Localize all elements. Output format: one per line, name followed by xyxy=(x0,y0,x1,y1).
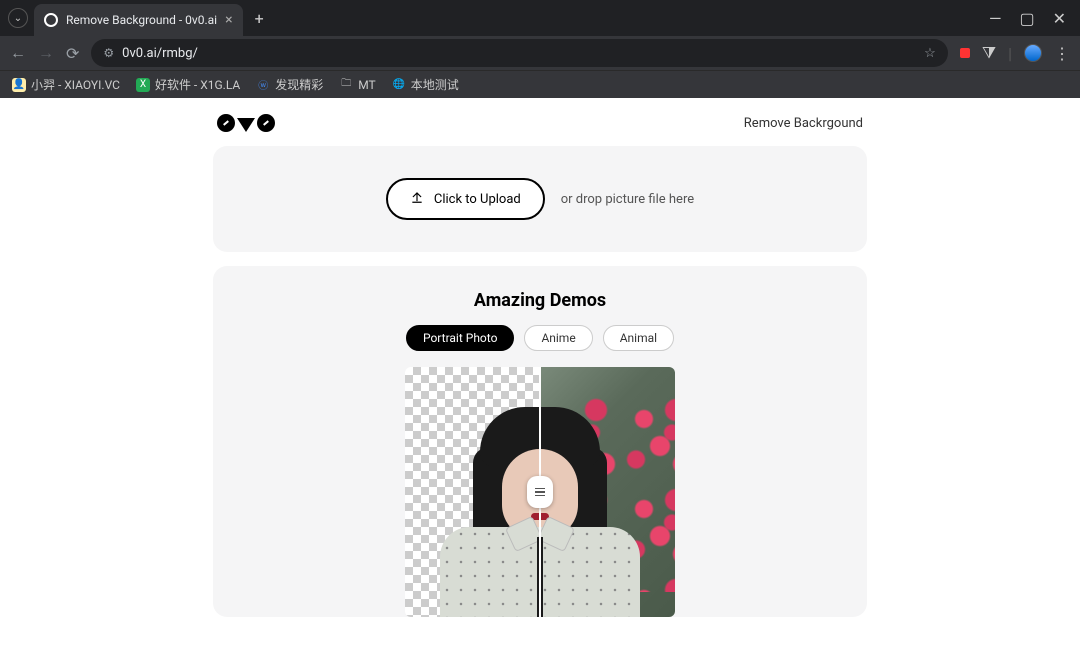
window-minimize-icon[interactable]: — xyxy=(989,9,1002,28)
before-after-slider[interactable] xyxy=(405,367,675,617)
logo-dot-icon xyxy=(257,114,275,132)
back-button[interactable]: ← xyxy=(10,43,26,63)
bookmark-item[interactable]: 🌐本地测试 xyxy=(392,76,459,93)
url-text: 0v0.ai/rmbg/ xyxy=(122,46,198,61)
tab-anime[interactable]: Anime xyxy=(524,325,592,351)
demos-heading: Amazing Demos xyxy=(237,290,843,311)
tab-title: Remove Background - 0v0.ai xyxy=(66,13,217,27)
nav-remove-background[interactable]: Remove Backrgound xyxy=(744,116,863,131)
browser-tab[interactable]: Remove Background - 0v0.ai × xyxy=(34,4,243,36)
logo-triangle-icon xyxy=(237,118,255,132)
tab-search-dropdown[interactable]: ⌄ xyxy=(8,8,28,28)
upload-button-label: Click to Upload xyxy=(434,192,521,207)
tab-favicon-icon xyxy=(44,13,58,27)
extensions-menu-icon[interactable]: ⧩ xyxy=(982,43,996,63)
reload-button[interactable]: ⟳ xyxy=(66,44,79,63)
new-tab-button[interactable]: + xyxy=(249,9,270,28)
drop-hint-text: or drop picture file here xyxy=(561,192,694,207)
window-close-icon[interactable]: ✕ xyxy=(1053,9,1066,28)
bookmark-item[interactable]: 👤小羿 - XIAOYI.VC xyxy=(12,76,120,93)
bookmark-star-icon[interactable]: ☆ xyxy=(924,46,936,61)
forward-button: → xyxy=(38,43,54,63)
address-bar[interactable]: ⚙ 0v0.ai/rmbg/ ☆ xyxy=(91,39,947,67)
tab-animal[interactable]: Animal xyxy=(603,325,674,351)
tab-portrait[interactable]: Portrait Photo xyxy=(406,325,514,351)
profile-avatar[interactable] xyxy=(1024,44,1042,62)
bookmark-item[interactable]: 🗀MT xyxy=(339,78,375,92)
close-tab-icon[interactable]: × xyxy=(225,12,232,28)
site-logo[interactable] xyxy=(217,114,275,132)
slider-handle[interactable] xyxy=(527,476,553,508)
logo-dot-icon xyxy=(217,114,235,132)
upload-dropzone[interactable]: Click to Upload or drop picture file her… xyxy=(213,146,867,252)
extension-icon[interactable] xyxy=(960,48,970,58)
upload-icon xyxy=(410,190,424,208)
upload-button[interactable]: Click to Upload xyxy=(386,178,545,220)
browser-menu-icon[interactable]: ⋮ xyxy=(1054,44,1070,63)
site-info-icon[interactable]: ⚙ xyxy=(103,46,114,60)
bookmark-item[interactable]: X好软件 - X1G.LA xyxy=(136,76,240,93)
bookmark-item[interactable]: ⓦ发现精彩 xyxy=(256,76,323,93)
window-maximize-icon[interactable]: ▢ xyxy=(1019,9,1034,28)
